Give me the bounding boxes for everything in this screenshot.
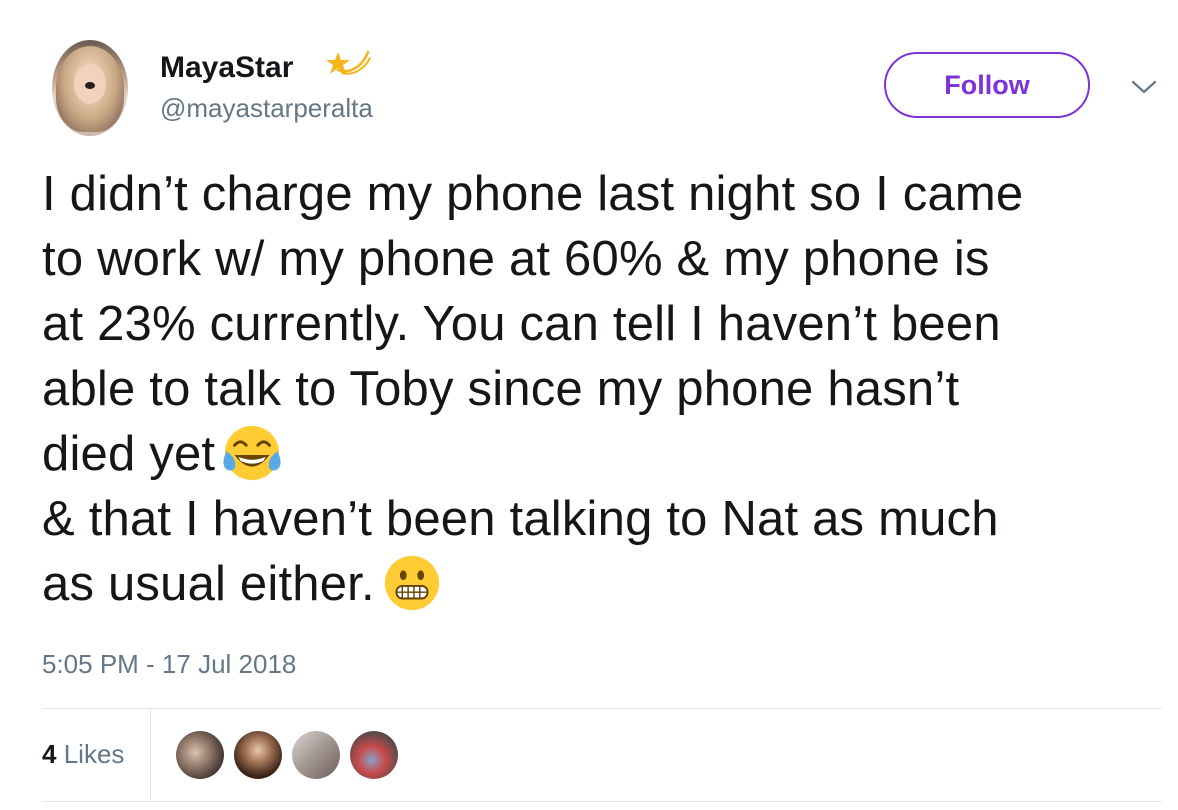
tweet-text: I didn’t charge my phone last night so I… xyxy=(42,162,1166,617)
avatar[interactable] xyxy=(52,40,128,136)
follow-button[interactable]: Follow xyxy=(884,52,1090,118)
tweet-line: I didn’t charge my phone last night so I… xyxy=(42,167,1024,221)
grimacing-face-icon xyxy=(384,555,439,611)
display-name[interactable]: MayaStar xyxy=(160,50,293,86)
tweet-line: to work w/ my phone at 60% & my phone is xyxy=(42,232,990,286)
liker-avatar[interactable] xyxy=(176,731,224,779)
liker-avatar[interactable] xyxy=(292,731,340,779)
tweet-line: as usual either. xyxy=(42,557,375,611)
divider xyxy=(150,709,151,801)
tweet-timestamp[interactable]: 5:05 PM - 17 Jul 2018 xyxy=(42,648,296,680)
likes-label: Likes xyxy=(63,739,125,769)
chevron-down-icon[interactable] xyxy=(1130,78,1158,96)
tweet-line: able to talk to Toby since my phone hasn… xyxy=(42,362,960,416)
divider xyxy=(42,708,1162,709)
liker-avatar[interactable] xyxy=(234,731,282,779)
shooting-star-icon xyxy=(326,50,371,75)
likes-count: 4 xyxy=(42,739,57,769)
tweet-line: & that I haven’t been talking to Nat as … xyxy=(42,492,999,546)
tweet-line-with-emoji: as usual either. xyxy=(42,552,1166,617)
face-with-tears-of-joy-icon xyxy=(223,425,281,481)
tweet-line: died yet xyxy=(42,427,216,481)
liker-avatar[interactable] xyxy=(350,731,398,779)
avatar-filter-nose xyxy=(85,82,95,89)
tweet-line: at 23% currently. You can tell I haven’t… xyxy=(42,297,1001,351)
divider xyxy=(42,801,1162,802)
user-handle[interactable]: @mayastarperalta xyxy=(160,92,373,124)
tweet-line-with-emoji: died yet xyxy=(42,422,1166,487)
likes-stat[interactable]: 4 Likes xyxy=(42,738,124,770)
